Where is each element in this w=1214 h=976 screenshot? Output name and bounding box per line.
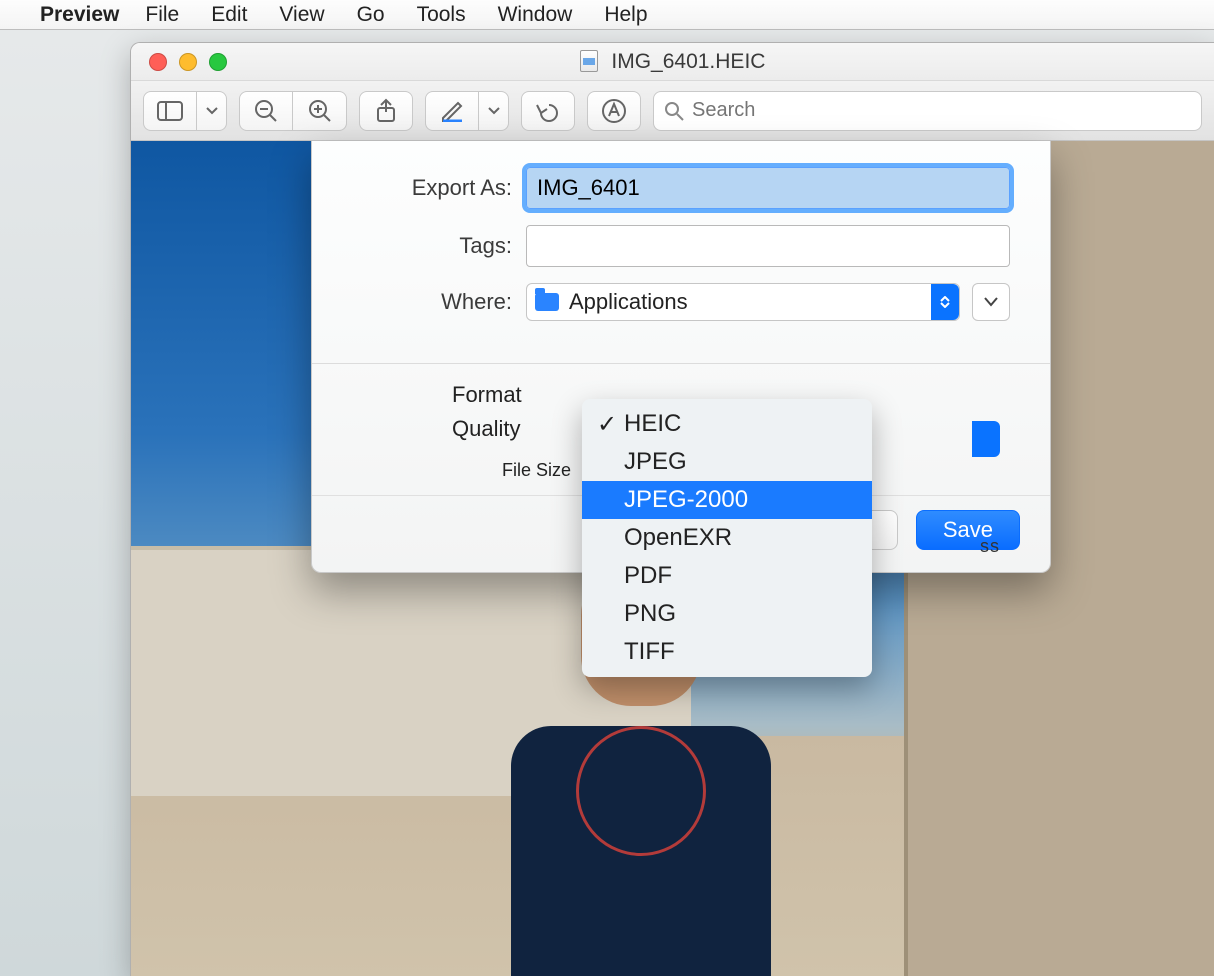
window-titlebar[interactable]: IMG_6401.HEIC — [131, 43, 1214, 81]
format-option-openexr[interactable]: OpenEXR — [582, 519, 872, 557]
export-as-field[interactable] — [526, 167, 1010, 209]
quality-label: Quality — [452, 416, 520, 442]
search-input[interactable] — [692, 99, 1191, 122]
menu-go[interactable]: Go — [357, 3, 385, 27]
highlight-options-button[interactable] — [479, 91, 509, 131]
export-sheet: Export As: Tags: Where: Applications — [311, 141, 1051, 573]
format-option-pdf[interactable]: PDF — [582, 557, 872, 595]
app-menu[interactable]: Preview — [40, 3, 119, 27]
sidebar-toggle-button[interactable] — [143, 91, 197, 131]
checkmark-icon: ✓ — [596, 410, 618, 439]
export-as-label: Export As: — [352, 175, 512, 201]
menu-view[interactable]: View — [279, 3, 324, 27]
desktop: IMG_6401.HEIC — [0, 30, 1214, 976]
highlight-button[interactable] — [425, 91, 479, 131]
menu-edit[interactable]: Edit — [211, 3, 247, 27]
share-button[interactable] — [359, 91, 413, 131]
format-dropdown-menu[interactable]: ✓HEIC JPEG JPEG-2000 OpenEXR PDF PNG TIF… — [582, 399, 872, 677]
select-stepper-icon — [931, 284, 959, 320]
format-option-jpeg-2000[interactable]: JPEG-2000 — [582, 481, 872, 519]
format-label: Format — [452, 382, 522, 408]
quality-value-partial: ss — [980, 536, 1000, 557]
rotate-button[interactable] — [521, 91, 575, 131]
search-field[interactable] — [653, 91, 1202, 131]
search-icon — [664, 101, 684, 121]
document-proxy-icon[interactable] — [580, 50, 598, 72]
format-option-jpeg[interactable]: JPEG — [582, 443, 872, 481]
image-canvas: Export As: Tags: Where: Applications — [131, 141, 1214, 976]
tags-field[interactable] — [526, 225, 1010, 267]
filesize-label: File Size — [502, 460, 571, 480]
markup-button[interactable] — [587, 91, 641, 131]
window-title: IMG_6401.HEIC — [131, 50, 1214, 74]
zoom-in-button[interactable] — [293, 91, 347, 131]
where-label: Where: — [352, 289, 512, 315]
format-option-png[interactable]: PNG — [582, 595, 872, 633]
tags-label: Tags: — [352, 233, 512, 259]
format-select[interactable] — [972, 421, 1000, 457]
zoom-out-button[interactable] — [239, 91, 293, 131]
menu-tools[interactable]: Tools — [417, 3, 466, 27]
toolbar — [131, 81, 1214, 141]
window-title-text: IMG_6401.HEIC — [611, 50, 765, 73]
sidebar-options-button[interactable] — [197, 91, 227, 131]
menu-file[interactable]: File — [145, 3, 179, 27]
menu-help[interactable]: Help — [604, 3, 647, 27]
expand-save-panel-button[interactable] — [972, 283, 1010, 321]
format-option-tiff[interactable]: TIFF — [582, 633, 872, 671]
preview-window: IMG_6401.HEIC — [130, 42, 1214, 976]
menu-window[interactable]: Window — [498, 3, 573, 27]
folder-icon — [535, 293, 559, 311]
where-select[interactable]: Applications — [526, 283, 960, 321]
save-button[interactable]: Save — [916, 510, 1020, 550]
where-value: Applications — [569, 289, 931, 315]
format-option-heic[interactable]: ✓HEIC — [582, 405, 872, 443]
macos-menubar: Preview File Edit View Go Tools Window H… — [0, 0, 1214, 30]
